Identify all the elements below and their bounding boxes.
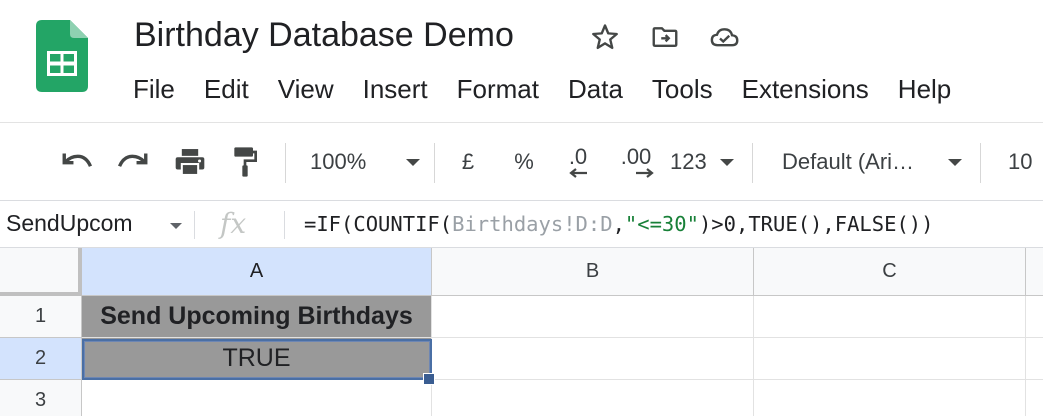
menu-view[interactable]: View <box>278 74 334 105</box>
sheet-header: Birthday Database Demo File Edit View In… <box>0 0 1043 122</box>
cell-b1[interactable] <box>432 296 754 338</box>
print-icon[interactable] <box>170 145 210 179</box>
star-icon[interactable] <box>588 20 622 54</box>
toolbar-divider <box>752 143 753 183</box>
cell-c3[interactable] <box>754 380 1026 416</box>
row-header-3[interactable]: 3 <box>0 380 82 416</box>
toolbar: 100% £ % .0 .00 123 Default (Ari… 10 <box>0 122 1043 200</box>
menu-edit[interactable]: Edit <box>204 74 249 105</box>
formula-string-literal: "<=30" <box>624 212 699 236</box>
chevron-down-icon[interactable] <box>170 223 182 229</box>
decrease-decimal-button[interactable]: .0 <box>558 145 598 179</box>
menu-file[interactable]: File <box>133 74 175 105</box>
cell-d1[interactable] <box>1026 296 1043 338</box>
spreadsheet-grid: A B C 1 2 3 Send Upcoming Birthdays TRUE <box>0 248 1043 416</box>
row-header-1[interactable]: 1 <box>0 296 82 338</box>
font-select[interactable]: Default (Ari… <box>782 145 962 179</box>
percent-label: % <box>514 149 534 174</box>
chevron-down-icon <box>720 158 734 166</box>
chevron-down-icon <box>948 158 962 166</box>
format-percent-button[interactable]: % <box>508 145 540 179</box>
toolbar-divider <box>434 143 435 183</box>
menu-data[interactable]: Data <box>568 74 623 105</box>
fx-icon: fx <box>220 207 247 240</box>
font-size-value: 10 <box>1008 149 1033 174</box>
document-title[interactable]: Birthday Database Demo <box>134 16 514 55</box>
menu-tools[interactable]: Tools <box>652 74 713 105</box>
cloud-saved-icon[interactable] <box>708 20 742 54</box>
cell-c1[interactable] <box>754 296 1026 338</box>
column-header-b[interactable]: B <box>432 248 754 296</box>
name-box[interactable]: SendUpcom <box>6 210 133 237</box>
cell-a1[interactable]: Send Upcoming Birthdays <box>82 296 432 338</box>
toolbar-divider <box>285 143 286 183</box>
chevron-down-icon <box>406 158 420 166</box>
row-header-2[interactable]: 2 <box>0 338 82 380</box>
formula-bar: SendUpcom fx =IF(COUNTIF(Birthdays!D:D,"… <box>0 200 1043 248</box>
menu-format[interactable]: Format <box>457 74 539 105</box>
font-value: Default (Ari… <box>782 149 915 174</box>
select-all-corner[interactable] <box>0 248 82 296</box>
increase-decimal-label: .00 <box>620 144 652 169</box>
formula-input[interactable]: =IF(COUNTIF(Birthdays!D:D,"<=30")>0,TRUE… <box>304 212 933 236</box>
cell-a3[interactable] <box>82 380 432 416</box>
paint-format-icon[interactable] <box>228 145 262 179</box>
zoom-select[interactable]: 100% <box>310 145 420 179</box>
cell-b3[interactable] <box>432 380 754 416</box>
menu-bar: File Edit View Insert Format Data Tools … <box>133 74 951 105</box>
cell-d3[interactable] <box>1026 380 1043 416</box>
move-to-folder-icon[interactable] <box>648 20 682 54</box>
more-formats-label: 123 <box>670 149 707 174</box>
zoom-value: 100% <box>310 149 367 174</box>
arrow-right-icon <box>636 168 654 178</box>
font-size-input[interactable]: 10 <box>1008 145 1038 179</box>
decrease-decimal-label: .0 <box>568 144 588 169</box>
menu-extensions[interactable]: Extensions <box>742 74 869 105</box>
column-header-c[interactable]: C <box>754 248 1026 296</box>
toolbar-divider <box>980 143 981 183</box>
google-sheets-icon[interactable] <box>36 20 88 92</box>
formula-text: , <box>612 212 625 236</box>
format-currency-button[interactable]: £ <box>452 145 484 179</box>
column-header-d[interactable] <box>1026 248 1043 296</box>
formula-bar-divider <box>284 211 285 239</box>
cell-d2[interactable] <box>1026 338 1043 380</box>
increase-decimal-button[interactable]: .00 <box>612 145 660 179</box>
undo-icon[interactable] <box>58 145 96 179</box>
formula-text: )>0,TRUE(),FALSE()) <box>698 212 934 236</box>
currency-label: £ <box>461 149 475 174</box>
redo-icon[interactable] <box>114 145 152 179</box>
cell-c2[interactable] <box>754 338 1026 380</box>
arrow-left-icon <box>569 168 587 178</box>
formula-bar-divider <box>194 211 195 239</box>
cell-a2[interactable]: TRUE <box>82 338 432 380</box>
formula-range-reference: Birthdays!D:D <box>452 212 613 236</box>
column-header-a[interactable]: A <box>82 248 432 296</box>
more-formats-select[interactable]: 123 <box>670 145 734 179</box>
menu-help[interactable]: Help <box>898 74 951 105</box>
cell-b2[interactable] <box>432 338 754 380</box>
fill-handle[interactable] <box>423 373 435 385</box>
formula-text: =IF(COUNTIF( <box>304 212 453 236</box>
menu-insert[interactable]: Insert <box>363 74 428 105</box>
